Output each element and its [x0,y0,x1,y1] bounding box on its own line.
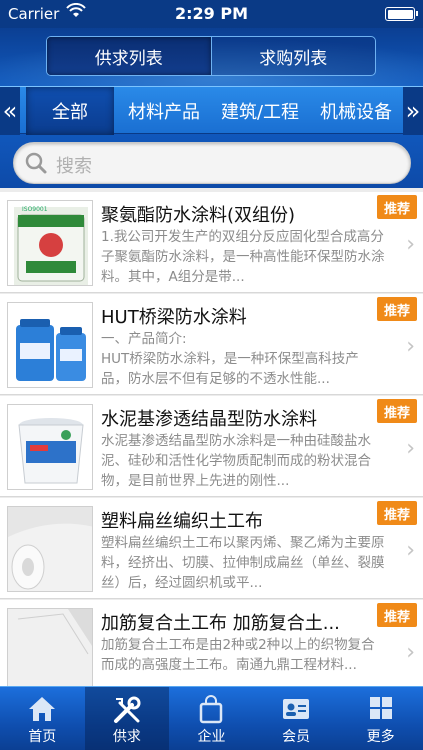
recommend-badge: 推荐 [377,501,417,525]
scroll-left-arrow-icon[interactable]: « [0,87,20,135]
search-icon [24,151,48,175]
tab-home[interactable]: 首页 [0,687,85,750]
list-segment-control: 供求列表 求购列表 [46,36,376,76]
chevron-right-icon: › [406,334,415,359]
product-description: 塑料扁丝编织土工布以聚丙烯、聚乙烯为主要原料，经挤出、切膜、拉伸制成扁丝（单丝、… [101,535,385,591]
category-construction[interactable]: 建筑/工程 [212,87,308,135]
product-image-fabric-roll [7,506,93,592]
product-image-paint-bucket: ISO9001 [7,200,93,286]
member-card-icon [283,699,310,719]
grid-icon [369,697,392,719]
product-description: 1.我公司开发生产的双组分反应固化型合成高分子聚氨酯防水涂料，是一种高性能环保型… [101,229,385,285]
product-title: 聚氨酯防水涂料(双组份) [101,205,296,226]
category-machinery[interactable]: 机械设备 [310,87,402,135]
product-image-white-bucket [7,404,93,490]
list-item[interactable]: 水泥基渗透结晶型防水涂料 水泥基渗透结晶型防水涂料是一种由硅酸盐水泥、硅砂和活性… [0,396,423,497]
product-description: 一、产品简介: HUT桥梁防水涂料，是一种环保型高科技产品，防水层不但有足够的不… [101,331,359,387]
product-title: 水泥基渗透结晶型防水涂料 [101,409,317,430]
chevron-right-icon: › [406,232,415,257]
category-materials[interactable]: 材料产品 [118,87,210,135]
tab-supply[interactable]: 供求 [84,687,170,750]
bottom-tab-bar: 首页 供求 企业 会员 更多 [0,686,423,750]
tab-label: 供求 [112,729,141,745]
recommend-badge: 推荐 [377,195,417,219]
tab-label: 会员 [282,729,311,745]
list-item[interactable]: 塑料扁丝编织土工布 塑料扁丝编织土工布以聚丙烯、聚乙烯为主要原料，经挤出、切膜、… [0,498,423,599]
recommend-badge: 推荐 [377,603,417,627]
chevron-right-icon: › [406,640,415,665]
tab-label: 首页 [28,729,57,745]
recommend-badge: 推荐 [377,297,417,321]
chevron-right-icon: › [406,538,415,563]
search-area: 搜索 [0,138,423,188]
scroll-right-arrow-icon[interactable]: » [403,87,423,135]
segment-supply-list[interactable]: 供求列表 [47,37,211,75]
list-item[interactable]: HUT桥梁防水涂料 一、产品简介: HUT桥梁防水涂料，是一种环保型高科技产品，… [0,294,423,395]
search-placeholder: 搜索 [56,156,92,177]
tab-label: 企业 [197,729,226,745]
list-item[interactable]: ISO9001 聚氨酯防水涂料(双组份) 1.我公司开发生产的双组分反应固化型合… [0,192,423,293]
status-bar: Carrier 2:29 PM [0,0,423,28]
category-bar: « 全部 材料产品 建筑/工程 机械设备 » [0,86,423,135]
tab-company[interactable]: 企业 [169,687,254,750]
product-description: 水泥基渗透结晶型防水涂料是一种由硅酸盐水泥、硅砂和活性化学物质配制而成的粉状混合… [101,433,371,489]
product-title: HUT桥梁防水涂料 [101,307,247,328]
product-image-blue-barrels [7,302,93,388]
segment-purchase-list[interactable]: 求购列表 [210,37,376,75]
product-image-fabric-sheet [7,608,93,694]
tab-more[interactable]: 更多 [338,687,423,750]
recommend-badge: 推荐 [377,399,417,423]
category-all[interactable]: 全部 [26,87,114,135]
status-time: 2:29 PM [174,4,248,23]
product-title: 加筋复合土工布 加筋复合土... [101,613,340,634]
svg-text:ISO9001: ISO9001 [22,206,48,213]
home-icon [29,697,56,721]
tools-icon [113,696,141,723]
battery-icon [385,7,418,21]
product-title: 塑料扁丝编织土工布 [101,511,263,532]
search-input[interactable]: 搜索 [13,142,411,184]
tab-label: 更多 [366,729,395,745]
bag-icon [200,695,223,724]
chevron-right-icon: › [406,436,415,461]
tab-member[interactable]: 会员 [254,687,339,750]
